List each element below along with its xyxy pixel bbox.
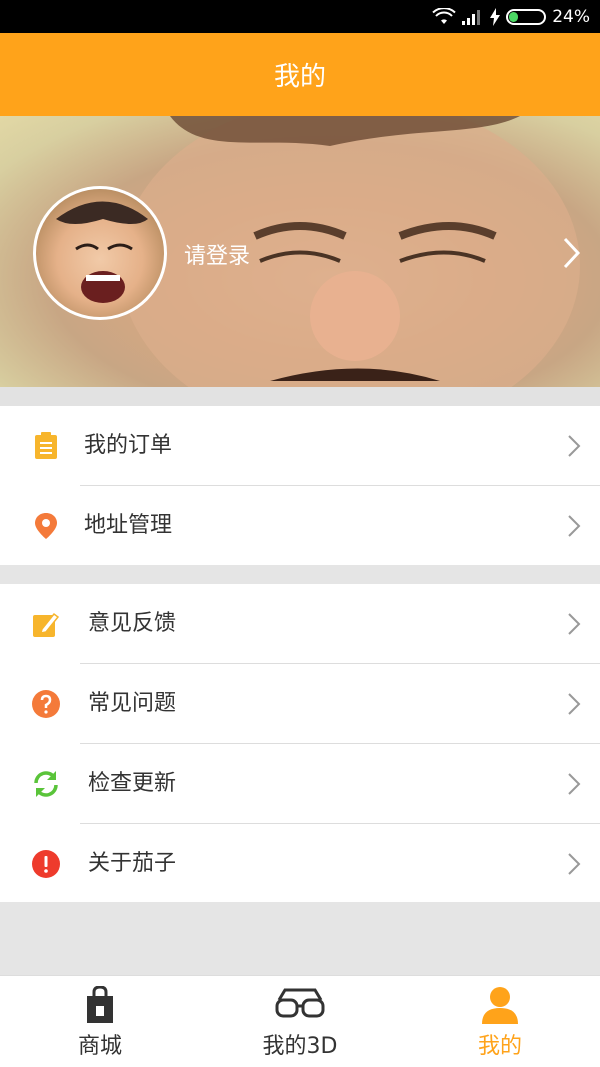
signal-icon xyxy=(462,10,481,25)
bottom-tab-bar: 商城 我的3D 我的 xyxy=(0,975,600,1067)
chevron-right-icon xyxy=(568,773,581,795)
tab-mine[interactable]: 我的 xyxy=(400,976,600,1067)
menu-item-faq[interactable]: 常见问题 xyxy=(0,664,600,744)
menu-item-label: 常见问题 xyxy=(88,691,177,716)
wifi-icon xyxy=(432,8,456,24)
chevron-right-icon[interactable] xyxy=(562,236,582,270)
edit-icon xyxy=(33,612,60,637)
chevron-right-icon xyxy=(568,693,581,715)
menu-item-feedback[interactable]: 意见反馈 xyxy=(0,584,600,664)
menu-item-label: 关于茄子 xyxy=(88,851,177,876)
menu-item-label: 我的订单 xyxy=(84,433,173,458)
charging-icon xyxy=(490,8,501,26)
tab-label: 我的 xyxy=(477,1034,522,1059)
avatar-image xyxy=(56,201,148,303)
3d-glasses-icon xyxy=(275,988,325,1018)
profile-banner[interactable]: 请登录 xyxy=(0,116,600,387)
avatar[interactable] xyxy=(33,186,167,320)
section-divider xyxy=(0,387,600,406)
menu-item-about[interactable]: 关于茄子 xyxy=(0,824,600,904)
menu-item-check-update[interactable]: 检查更新 xyxy=(0,744,600,824)
menu-group-support: 意见反馈 常见问题 检查更新 关于茄子 xyxy=(0,584,600,902)
chevron-right-icon xyxy=(568,515,581,537)
info-alert-icon xyxy=(32,850,60,878)
battery-percent: 24% xyxy=(552,7,590,27)
question-icon xyxy=(32,690,60,718)
battery-icon xyxy=(506,9,547,25)
menu-item-label: 意见反馈 xyxy=(88,611,177,636)
shopping-bag-icon xyxy=(87,986,113,1023)
tab-label: 商城 xyxy=(77,1034,122,1059)
menu-item-label: 检查更新 xyxy=(88,771,177,796)
status-bar: 24% xyxy=(0,0,600,33)
tab-label: 我的3D xyxy=(262,1034,338,1059)
chevron-right-icon xyxy=(568,853,581,875)
menu-item-address[interactable]: 地址管理 xyxy=(0,486,600,566)
chevron-right-icon xyxy=(568,435,581,457)
refresh-icon xyxy=(34,771,58,797)
person-icon xyxy=(482,987,518,1024)
login-prompt[interactable]: 请登录 xyxy=(184,238,250,270)
chevron-right-icon xyxy=(568,613,581,635)
status-icons: 24% xyxy=(432,5,590,29)
menu-group-orders: 我的订单 地址管理 xyxy=(0,406,600,565)
menu-item-my-orders[interactable]: 我的订单 xyxy=(0,406,600,486)
clipboard-icon xyxy=(35,432,57,459)
page-title: 我的 xyxy=(0,33,600,116)
location-pin-icon xyxy=(35,513,57,539)
menu-item-label: 地址管理 xyxy=(84,513,173,538)
tab-mall[interactable]: 商城 xyxy=(0,976,200,1067)
tab-my-3d[interactable]: 我的3D xyxy=(200,976,400,1067)
